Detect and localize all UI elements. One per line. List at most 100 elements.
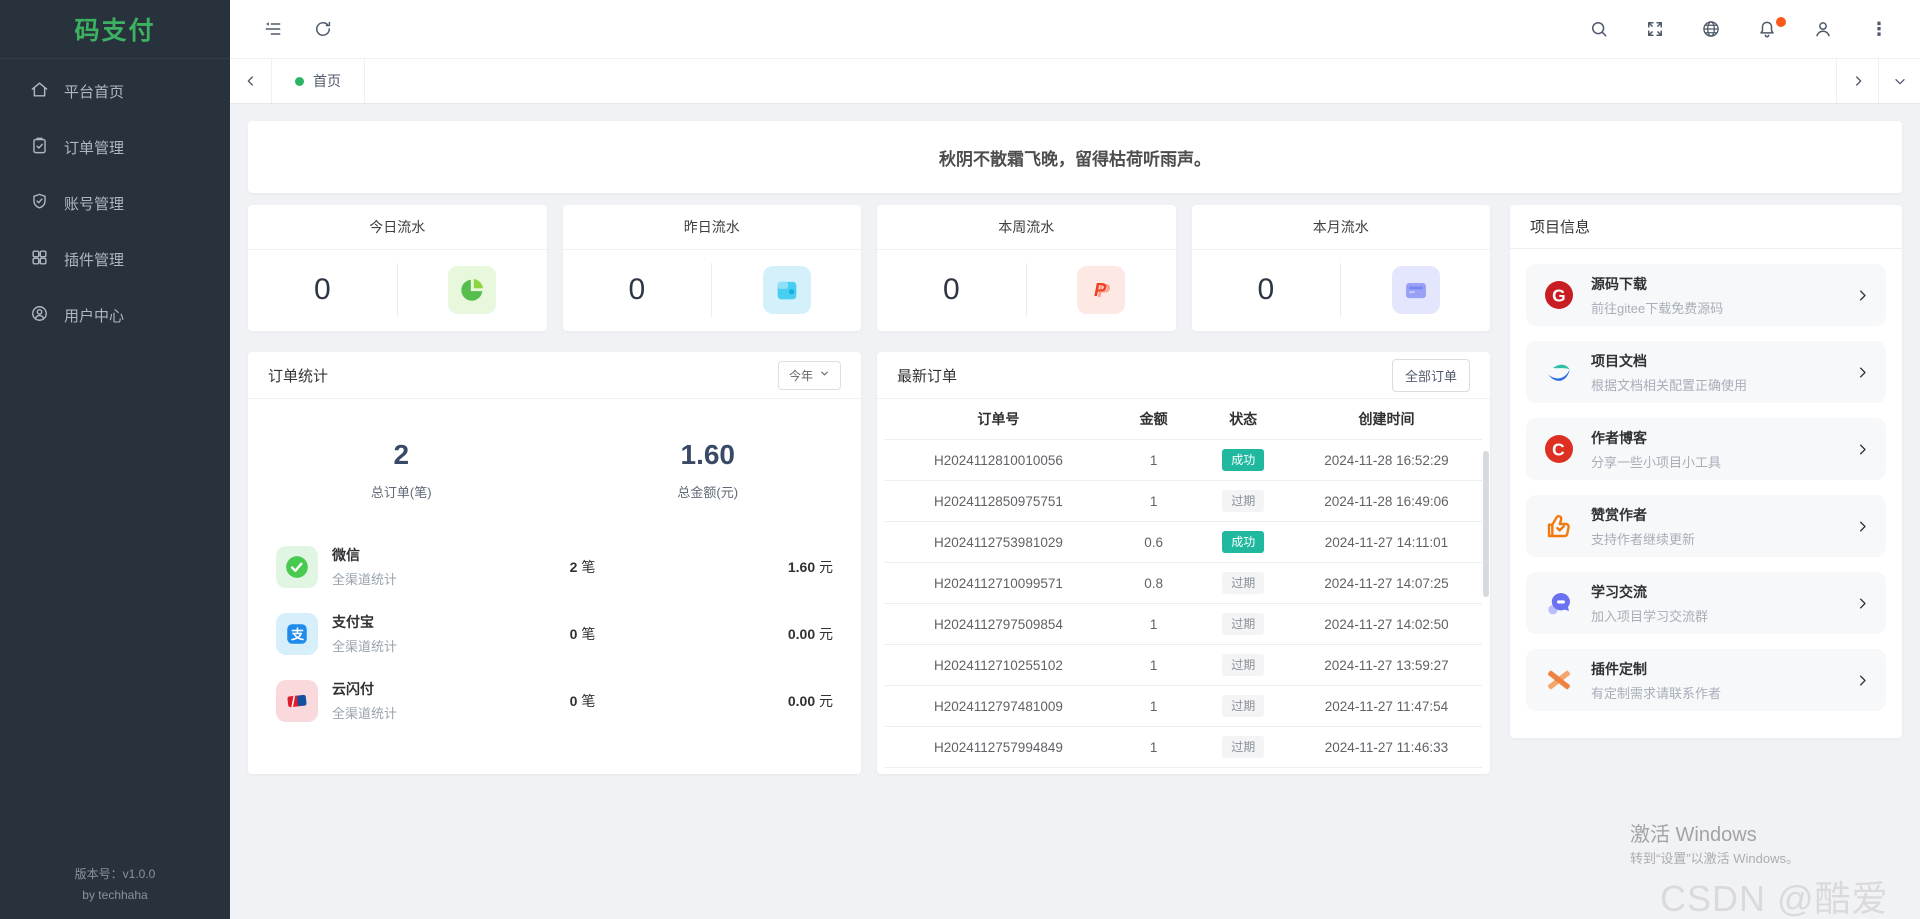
order-time: 2024-11-27 14:07:25	[1324, 575, 1449, 591]
channel-unionpay: 云闪付 全渠道统计 0 笔 0.00 元	[276, 679, 833, 722]
collapse-menu-icon[interactable]	[262, 18, 284, 40]
project-item-docs[interactable]: 项目文档 根据文档相关配置正确使用	[1526, 341, 1886, 403]
order-row: H2024112850975751 1 过期 2024-11-28 16:49:…	[885, 481, 1482, 522]
project-item-praise[interactable]: 赞赏作者 支持作者继续更新	[1526, 495, 1886, 557]
channel-list: 微信 全渠道统计 2 笔 1.60 元 支 支付宝 全渠道统计 0 笔 0.00…	[248, 529, 861, 722]
sidebar-item-label: 用户中心	[64, 307, 125, 325]
language-globe-icon[interactable]	[1700, 18, 1722, 40]
stat-value: 0	[314, 273, 331, 306]
quote-banner: 秋阴不散霜飞晚，留得枯荷听雨声。	[248, 121, 1902, 193]
order-row: H2024112797481009 1 过期 2024-11-27 11:47:…	[885, 686, 1482, 727]
order-no: H2024112710255102	[933, 657, 1063, 673]
tabs-scroll-left-icon[interactable]	[230, 59, 272, 103]
order-row: H2024112710099571 0.8 过期 2024-11-27 14:0…	[885, 563, 1482, 604]
tabs-scroll-right-icon[interactable]	[1836, 59, 1878, 103]
channel-amount-unit: 元	[819, 558, 833, 575]
tabs-menu-chevron-down-icon[interactable]	[1878, 59, 1920, 103]
channel-amount: 0.00	[787, 625, 816, 642]
windows-activation-watermark: 激活 Windows	[1630, 824, 1757, 846]
col-order-no: 订单号	[977, 411, 1020, 427]
order-no: H2024112710099571	[933, 575, 1063, 591]
tab-home[interactable]: 首页	[272, 59, 365, 103]
total-orders-label: 总订单(笔)	[370, 485, 432, 500]
order-row: H2024112757994849 1 过期 2024-11-27 11:46:…	[885, 727, 1482, 768]
channel-amount: 0.00	[787, 692, 816, 709]
order-no: H2024112850975751	[933, 493, 1063, 509]
channel-amount: 1.60	[787, 558, 816, 575]
sidebar-menu: 平台首页 订单管理 账号管理 插件管理 用户中心	[0, 59, 230, 343]
svg-text:G: G	[1552, 285, 1565, 305]
order-time: 2024-11-27 13:59:27	[1324, 657, 1449, 673]
version-author: by techhaha	[82, 887, 148, 902]
csdn-icon: C	[1542, 432, 1576, 466]
project-item-plugin-custom[interactable]: 插件定制 有定制需求请联系作者	[1526, 649, 1886, 711]
sidebar-item-user-center[interactable]: 用户中心	[0, 287, 230, 343]
order-status-badge: 过期	[1222, 489, 1265, 513]
clipboard-check-icon	[30, 136, 49, 159]
sidebar-item-accounts[interactable]: 账号管理	[0, 175, 230, 231]
order-no: H2024112797481009	[933, 698, 1063, 714]
project-item-desc: 根据文档相关配置正确使用	[1591, 377, 1748, 393]
windows-activation-hint: 转到“设置”以激活 Windows。	[1630, 851, 1800, 866]
sidebar-item-label: 订单管理	[64, 139, 125, 157]
col-amount: 金额	[1139, 411, 1168, 427]
channel-count: 2	[569, 558, 578, 575]
order-amount: 1	[1149, 739, 1158, 755]
channel-desc: 全渠道统计	[332, 639, 398, 654]
project-item-desc: 前往gitee下载免费源码	[1591, 300, 1724, 316]
order-amount: 1	[1149, 657, 1158, 673]
project-item-title: 赞赏作者	[1591, 506, 1647, 523]
sidebar-item-home[interactable]: 平台首页	[0, 63, 230, 119]
tab-label: 首页	[313, 73, 341, 89]
refresh-icon[interactable]	[312, 18, 334, 40]
more-menu-icon[interactable]: ⋮	[1868, 18, 1890, 40]
stat-title: 昨日流水	[562, 205, 861, 250]
total-amount-value: 1.60	[680, 439, 736, 470]
project-item-source-download[interactable]: G 源码下载 前往gitee下载免费源码	[1526, 264, 1886, 326]
order-no: H2024112797509854	[933, 616, 1063, 632]
fullscreen-icon[interactable]	[1644, 18, 1666, 40]
wallet-icon	[762, 266, 811, 314]
main-area: ⋮ 首页 秋阴不散霜飞晚，留得枯荷听雨声。 今日流水 0 昨日流水 0 本周流水…	[230, 0, 1920, 919]
all-orders-button[interactable]: 全部订单	[1391, 358, 1470, 392]
channel-name: 支付宝	[332, 614, 374, 630]
shield-check-icon	[30, 192, 49, 215]
col-status: 状态	[1229, 411, 1258, 427]
channel-count: 0	[569, 692, 578, 709]
channel-amount-unit: 元	[819, 625, 833, 642]
grid-icon	[30, 248, 49, 271]
order-amount: 0.6	[1144, 534, 1164, 550]
project-item-desc: 分享一些小项目小工具	[1591, 454, 1722, 470]
sidebar-item-orders[interactable]: 订单管理	[0, 119, 230, 175]
svg-text:支: 支	[290, 626, 305, 641]
stat-title: 本月流水	[1191, 205, 1490, 250]
stat-card-yesterday: 昨日流水 0	[562, 205, 861, 331]
notifications-bell-icon[interactable]	[1756, 17, 1786, 40]
active-tab-dot	[295, 76, 304, 86]
sidebar: 码支付 平台首页 订单管理 账号管理 插件管理 用户中心 版本号：v1.0.0 …	[0, 0, 230, 919]
sidebar-item-plugins[interactable]: 插件管理	[0, 231, 230, 287]
topbar: ⋮	[230, 0, 1920, 59]
project-item-chat-group[interactable]: 学习交流 加入项目学习交流群	[1526, 572, 1886, 634]
project-item-blog[interactable]: C 作者博客 分享一些小项目小工具	[1526, 418, 1886, 480]
gitee-icon: G	[1542, 278, 1576, 312]
project-item-title: 插件定制	[1591, 660, 1647, 677]
order-status-badge: 成功	[1222, 530, 1265, 554]
order-status-badge: 过期	[1222, 653, 1265, 677]
notification-dot	[1776, 17, 1786, 27]
stat-value: 0	[1257, 273, 1275, 306]
year-range-select[interactable]: 今年	[777, 360, 841, 390]
svg-text:C: C	[1552, 439, 1565, 459]
order-time: 2024-11-27 11:46:33	[1324, 739, 1449, 755]
channel-name: 云闪付	[332, 681, 374, 697]
topbar-right: ⋮	[1588, 17, 1890, 40]
search-icon[interactable]	[1588, 18, 1610, 40]
table-scrollbar[interactable]	[1483, 451, 1489, 597]
content: 秋阴不散霜飞晚，留得枯荷听雨声。 今日流水 0 昨日流水 0 本周流水 0 P …	[230, 104, 1920, 919]
unionpay-icon	[276, 679, 318, 722]
channel-name: 微信	[332, 547, 360, 563]
user-icon[interactable]	[1812, 18, 1834, 40]
range-select-value: 今年	[788, 368, 813, 383]
user-circle-icon	[30, 304, 49, 327]
chevron-right-icon	[1855, 673, 1870, 688]
